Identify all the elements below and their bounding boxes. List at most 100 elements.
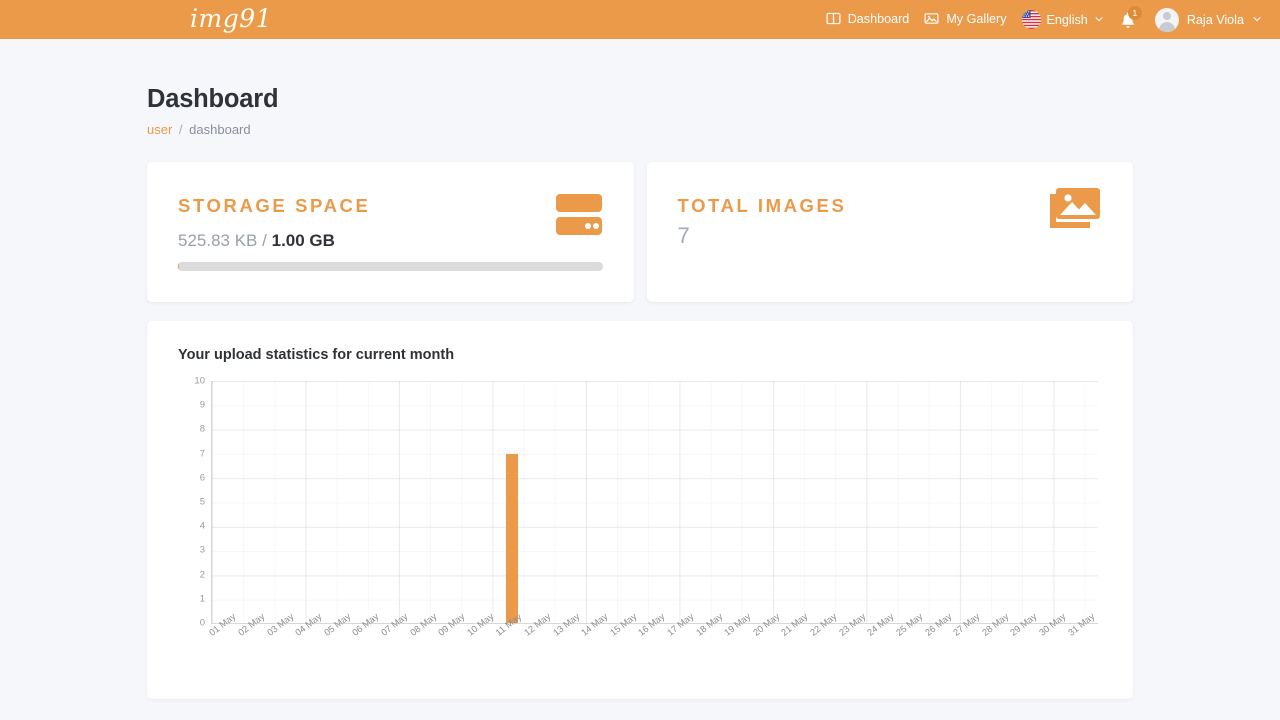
- chart-x-tick-slot: 02 May: [236, 611, 269, 667]
- chart-x-tick-slot: 05 May: [322, 611, 354, 667]
- chart-bar-slot: [784, 381, 813, 623]
- chart-bar-slot: [383, 381, 412, 623]
- chart-x-tick-slot: 03 May: [265, 611, 297, 667]
- chart-x-tick-slot: 08 May: [408, 611, 440, 667]
- chart-plot-area: 0 1 2 3 4 5 6 7 8 9 10: [194, 376, 1098, 629]
- breadcrumb-root[interactable]: user: [147, 122, 172, 137]
- breadcrumb-separator: /: [178, 122, 183, 137]
- chart-x-tick-slot: 07 May: [379, 611, 412, 667]
- chart-x-tick-slot: 28 May: [980, 611, 1012, 667]
- chart-bar-slot: [469, 381, 498, 623]
- page-content: Dashboard user / dashboard STORAGE SPACE…: [0, 39, 1280, 699]
- chart-bars: [212, 381, 1098, 623]
- nav-item-dashboard-label: Dashboard: [847, 12, 910, 27]
- chart-x-tick-slot: 12 May: [522, 611, 555, 667]
- chart-bar-slot: [555, 381, 584, 623]
- chart-bar-slot: [698, 381, 727, 623]
- chart-bar-slot: [669, 381, 698, 623]
- chart-x-tick-slot: 22 May: [808, 611, 841, 667]
- storage-used-label: 525.83 KB: [178, 231, 258, 250]
- chart-bar-slot: [869, 381, 898, 623]
- nav-item-my-gallery-label: My Gallery: [946, 12, 1007, 27]
- chart-y-tick: 1: [199, 593, 205, 605]
- chart-y-tick: 3: [199, 544, 205, 556]
- chart-x-tick-slot: 14 May: [580, 611, 612, 667]
- chart-bar-slot: [1069, 381, 1098, 623]
- chart-x-tick-slot: 21 May: [780, 611, 812, 667]
- chart-bar-slot: [926, 381, 955, 623]
- chart-y-tick: 8: [199, 423, 205, 435]
- chart-y-tick: 2: [199, 569, 205, 581]
- language-selector[interactable]: English: [1021, 10, 1104, 29]
- breadcrumb: user / dashboard: [147, 122, 1133, 137]
- upload-statistics-card: Your upload statistics for current month…: [147, 321, 1133, 699]
- chart-y-tick: 4: [199, 520, 205, 532]
- photo-library-icon: [1046, 184, 1102, 237]
- chart-x-tick-slot: 23 May: [837, 611, 869, 667]
- chart-bar-slot: [355, 381, 384, 623]
- chart-x-tick-slot: 15 May: [608, 611, 641, 667]
- chart-title: Your upload statistics for current month: [178, 347, 455, 363]
- chart-x-tick-slot: 31 May: [1066, 611, 1098, 667]
- chart-y-tick: 0: [199, 617, 205, 629]
- user-name-label: Raja Viola: [1186, 12, 1244, 27]
- chart-x-tick-slot: 18 May: [694, 611, 726, 667]
- storage-progress-bar: [178, 262, 603, 271]
- nav-item-my-gallery[interactable]: My Gallery: [924, 11, 1007, 29]
- chart-bar-slot: [526, 381, 555, 623]
- chart-bar[interactable]: [505, 453, 519, 623]
- chart-bar-slot: [755, 381, 784, 623]
- chart-x-tick-slot: 24 May: [866, 611, 898, 667]
- page-title: Dashboard: [147, 85, 279, 113]
- chart-x-tick-slot: 11 May: [494, 612, 526, 667]
- storage-total-label: 1.00 GB: [271, 231, 335, 250]
- chart-x-tick-slot: 20 May: [751, 611, 784, 667]
- bell-icon: [1119, 12, 1137, 36]
- chart-bar-slot: [841, 381, 870, 623]
- chart-bar-slot: [1041, 381, 1070, 623]
- chart-bar-slot: [441, 381, 470, 623]
- chart-bar-slot: [984, 381, 1013, 623]
- brand-logo[interactable]: img91: [190, 2, 272, 36]
- chart-x-tick-slot: 16 May: [637, 611, 669, 667]
- breadcrumb-current: dashboard: [189, 122, 251, 137]
- chart-bar-slot: [955, 381, 984, 623]
- total-images-card: TOTAL IMAGES 7: [646, 162, 1133, 302]
- chevron-down-icon: [1252, 13, 1262, 27]
- chart-bar-slot: [726, 381, 755, 623]
- chart-x-tick-slot: 01 May: [208, 611, 240, 667]
- upload-statistics-chart: 0 1 2 3 4 5 6 7 8 9 10 01 May 02 May 03 May 04 May 05 …: [178, 376, 1106, 671]
- chart-bar-slot: [241, 381, 270, 623]
- chart-bar-slot: [1012, 381, 1041, 623]
- columns-icon: [826, 11, 841, 29]
- stat-card-row: STORAGE SPACE 525.83 KB / 1.00 GB TOTAL …: [147, 162, 1133, 302]
- storage-space-card: STORAGE SPACE 525.83 KB / 1.00 GB: [147, 162, 634, 302]
- chart-y-tick: 10: [194, 375, 205, 387]
- chart-bar-slot: [584, 381, 613, 623]
- chart-x-tick-slot: 29 May: [1009, 611, 1041, 667]
- chart-bar-slot: [498, 381, 527, 623]
- chart-x-tick-slot: 27 May: [951, 611, 984, 667]
- chart-x-tick-slot: 25 May: [894, 611, 927, 667]
- server-storage-icon: [555, 192, 603, 243]
- chart-x-axis: 01 May 02 May 03 May 04 May 05 May 06 May 07 M…: [208, 611, 1098, 667]
- chart-bar-slot: [412, 381, 441, 623]
- chart-bar-slot: [641, 381, 670, 623]
- chart-bar-slot: [898, 381, 927, 623]
- chart-x-tick-slot: 04 May: [293, 611, 326, 667]
- user-menu[interactable]: Raja Viola: [1154, 7, 1262, 32]
- storage-space-value: 525.83 KB / 1.00 GB: [178, 231, 604, 251]
- avatar: [1154, 7, 1179, 32]
- chart-y-tick: 5: [199, 496, 205, 508]
- chart-bar-slot: [612, 381, 641, 623]
- navbar-right-group: Dashboard My Gallery English 1 Raja Viol…: [826, 0, 1262, 39]
- notifications-button[interactable]: 1: [1119, 5, 1142, 31]
- nav-item-dashboard[interactable]: Dashboard: [826, 11, 910, 29]
- chevron-down-icon: [1094, 13, 1104, 27]
- chart-bar-slot: [812, 381, 841, 623]
- storage-separator: /: [262, 231, 267, 250]
- chart-bar-slot: [212, 381, 241, 623]
- chart-x-tick-slot: 10 May: [465, 611, 497, 667]
- chart-x-tick-slot: 13 May: [551, 611, 583, 667]
- chart-x-tick-slot: 09 May: [436, 611, 469, 667]
